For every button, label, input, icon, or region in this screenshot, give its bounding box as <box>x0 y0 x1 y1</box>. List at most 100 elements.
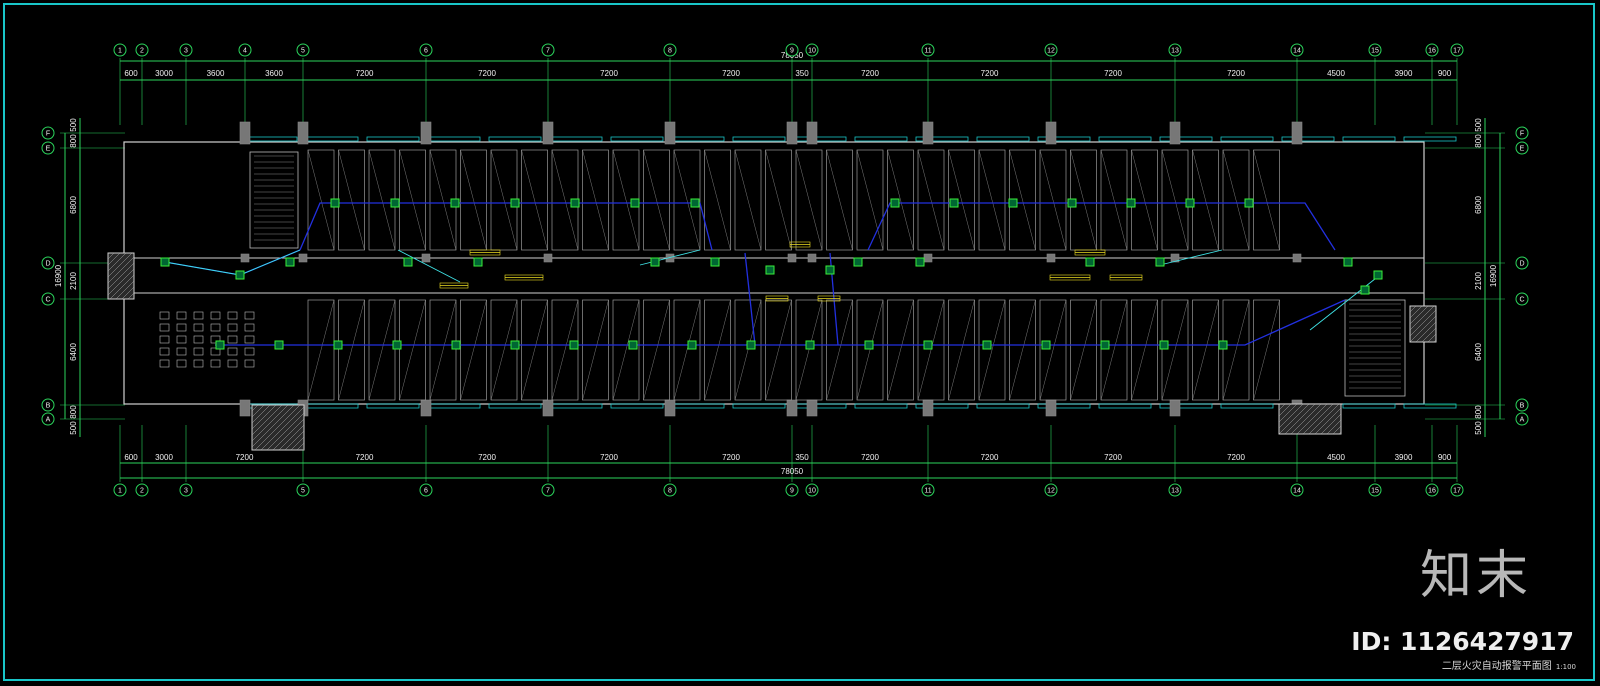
axis-label-bottom-3: 3 <box>184 488 188 495</box>
door-swing <box>521 299 548 401</box>
door-swing <box>399 149 426 251</box>
column-north <box>806 121 818 145</box>
door-swing <box>917 149 945 251</box>
axis-label-left-F: F <box>46 131 50 138</box>
seat <box>193 311 204 320</box>
axis-label-right-F: F <box>1520 131 1524 138</box>
window-north <box>244 136 298 142</box>
axis-label-bottom-13: 13 <box>1171 488 1179 495</box>
dim-bottom-13: 3900 <box>1395 453 1413 462</box>
dim-top-6: 7200 <box>600 69 618 78</box>
detector-device <box>923 340 933 350</box>
door-swing <box>887 299 914 401</box>
door-swing <box>1039 149 1067 251</box>
dim-top-4: 7200 <box>356 69 374 78</box>
column-north <box>420 121 432 145</box>
axis-label-bottom-7: 7 <box>546 488 550 495</box>
dim-bottom-5: 7200 <box>600 453 618 462</box>
column-south <box>1045 399 1057 417</box>
door-swing <box>1222 299 1250 401</box>
window-north <box>549 136 603 142</box>
seat <box>227 335 238 344</box>
door-swing <box>795 149 823 251</box>
door-swing <box>1100 299 1128 401</box>
dim-top-7: 7200 <box>722 69 740 78</box>
door-swing <box>734 149 762 251</box>
axis-label-top-8: 8 <box>668 48 672 55</box>
column-corridor <box>543 253 553 263</box>
window-north <box>366 136 420 142</box>
door-swing <box>826 299 853 401</box>
drawing-title: 二层火灾自动报警平面图 <box>1441 661 1552 672</box>
detector-device <box>160 257 170 267</box>
window-north <box>610 136 664 142</box>
detector-device <box>982 340 992 350</box>
axis-label-top-14: 14 <box>1293 48 1301 55</box>
column-south <box>786 399 798 417</box>
watermark-brand: 知末 <box>1419 546 1532 606</box>
dim-bottom-6: 7200 <box>722 453 740 462</box>
dim-left-4: 6400 <box>69 343 78 361</box>
window-north <box>1159 136 1213 142</box>
detector-device <box>285 257 295 267</box>
dim-bottom-3: 7200 <box>356 453 374 462</box>
detector-device <box>746 340 756 350</box>
seat <box>244 335 255 344</box>
seat <box>210 311 221 320</box>
column-corridor <box>421 253 431 263</box>
door-swing <box>1192 299 1219 401</box>
detector-device <box>1244 198 1254 208</box>
dim-right-6: 500 <box>1474 421 1483 435</box>
window-north <box>1403 136 1457 142</box>
dim-bottom-7: 350 <box>795 453 809 462</box>
door-swing <box>704 299 731 401</box>
detector-device <box>1085 257 1095 267</box>
seat <box>210 359 221 368</box>
dim-left-0: 500 <box>69 118 78 132</box>
dim-right-0: 500 <box>1474 118 1483 132</box>
door-swing <box>978 299 1006 401</box>
dim-top-1: 3000 <box>155 69 173 78</box>
column-north <box>1169 121 1181 145</box>
detector-device <box>628 340 638 350</box>
axis-label-left-B: B <box>46 403 51 410</box>
column-corridor <box>240 253 250 263</box>
door-swing <box>734 299 762 401</box>
column-north <box>542 121 554 145</box>
door-swing <box>582 299 609 401</box>
detector-device <box>805 340 815 350</box>
door-swing <box>1131 299 1158 401</box>
dim-bottom-9: 7200 <box>981 453 999 462</box>
door-swing <box>765 149 792 251</box>
detector-device <box>864 340 874 350</box>
detector-device <box>690 198 700 208</box>
seat <box>159 311 170 320</box>
column-south <box>806 399 818 417</box>
door-swing <box>460 299 487 401</box>
axis-label-top-12: 12 <box>1047 48 1055 55</box>
door-swing <box>307 149 335 251</box>
detector-device <box>687 340 697 350</box>
column-corridor <box>1046 253 1056 263</box>
alarm-wiring <box>744 252 756 346</box>
column-south <box>664 399 676 417</box>
dim-left-5: 800 <box>69 405 78 419</box>
detector-device <box>853 257 863 267</box>
dim-top-3: 3600 <box>265 69 283 78</box>
detector-device <box>235 270 245 280</box>
axis-label-right-E: E <box>1520 146 1525 153</box>
column-corridor <box>923 253 933 263</box>
column-south <box>542 399 554 417</box>
seat <box>227 311 238 320</box>
detector-device <box>710 257 720 267</box>
dim-left-total: 16900 <box>54 264 63 287</box>
detector-device <box>1008 198 1018 208</box>
dim-bottom-1: 3000 <box>155 453 173 462</box>
window-north <box>732 136 786 142</box>
axis-label-bottom-1: 1 <box>118 488 122 495</box>
seat <box>176 311 187 320</box>
door-swing <box>521 149 548 251</box>
detector-device <box>1159 340 1169 350</box>
dim-top-8: 350 <box>795 69 809 78</box>
axis-label-top-13: 13 <box>1171 48 1179 55</box>
